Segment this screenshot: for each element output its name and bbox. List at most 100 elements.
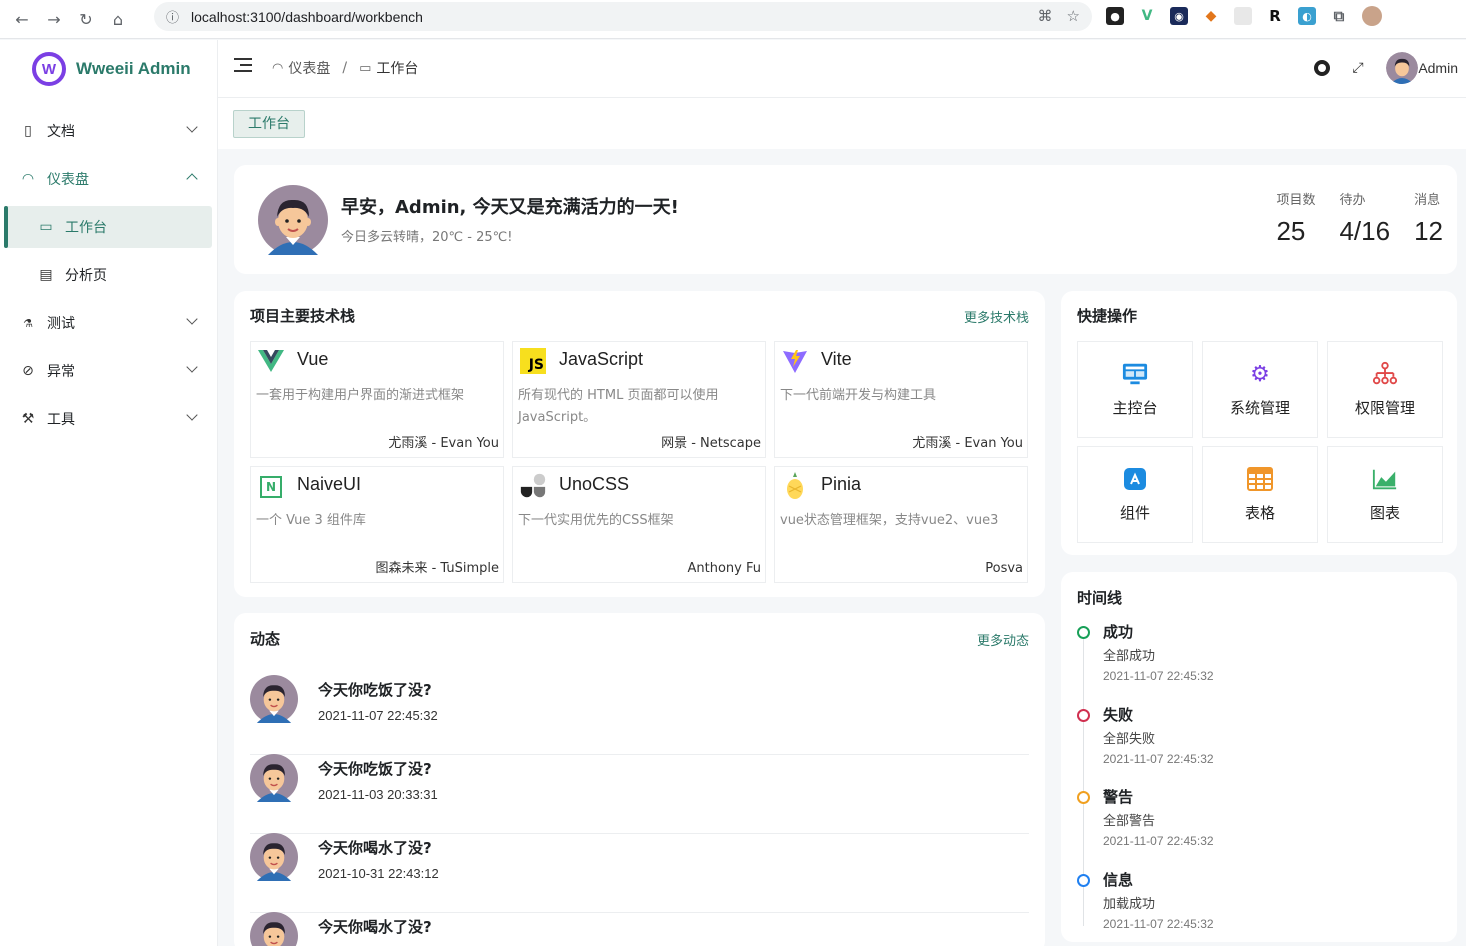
bookmark-star-icon[interactable]: ☆	[1067, 7, 1080, 25]
username[interactable]: Admin	[1418, 60, 1458, 76]
tab-workbench[interactable]: 工作台	[233, 110, 305, 138]
logo-text: Wweeii Admin	[76, 59, 191, 78]
list-item[interactable]: 今天你吃饭了没? 2021-11-03 20:33:31	[250, 754, 1029, 834]
forward-icon[interactable]: →	[40, 5, 68, 33]
timeline-item: 警告 全部警告 2021-11-07 22:45:32	[1077, 786, 1417, 866]
sidebar-item-label: 分析页	[65, 268, 107, 284]
profile-avatar-icon[interactable]	[1362, 6, 1382, 26]
fullscreen-icon[interactable]: ⤢	[1352, 61, 1366, 75]
sidebar-item-docs[interactable]: ▯ 文档	[5, 110, 212, 152]
top-header: ◠ 仪表盘 / ▭ 工作台 ⤢ Admin	[218, 40, 1466, 98]
timeline-title: 信息	[1103, 871, 1134, 889]
sidebar-item-analysis[interactable]: ▤ 分析页	[5, 254, 212, 296]
org-chart-icon	[1372, 361, 1398, 387]
timeline-content: 加载成功	[1103, 897, 1156, 912]
quick-action-label: 主控台	[1112, 399, 1158, 417]
logo-icon: W	[32, 52, 66, 86]
tech-card-javascript[interactable]: JS JavaScript 所有现代的 HTML 页面都可以使用 JavaScr…	[512, 341, 766, 458]
logo[interactable]: W Wweeii Admin	[0, 40, 217, 98]
timeline-time: 2021-11-07 22:45:32	[1103, 834, 1214, 848]
activity-feed-card: 动态 更多动态 今天你吃饭了没? 2021-11-07 22:45:32 今天你…	[234, 613, 1045, 946]
translate-icon[interactable]: ⌘	[1038, 7, 1053, 25]
home-icon[interactable]: ⌂	[104, 5, 132, 33]
url-text[interactable]: localhost:3100/dashboard/workbench	[191, 9, 423, 25]
tech-card-pinia[interactable]: Pinia vue状态管理框架，支持vue2、vue3 Posva	[774, 466, 1028, 583]
chevron-down-icon	[186, 313, 198, 325]
tech-desc: 下一代前端开发与构建工具	[780, 388, 937, 403]
tech-stack-card: 项目主要技术栈 更多技术栈 Vue 一套用于构建用户界面的渐进式框架 尤雨溪 -…	[234, 291, 1045, 597]
sidebar-item-label: 仪表盘	[47, 172, 89, 188]
vue-devtools-icon[interactable]: V	[1138, 7, 1156, 25]
metamask-icon[interactable]: ◆	[1202, 7, 1220, 25]
reload-icon[interactable]: ↻	[72, 5, 100, 33]
tech-card-vite[interactable]: Vite 下一代前端开发与构建工具 尤雨溪 - Evan You	[774, 341, 1028, 458]
feed-date: 2021-10-31 22:43:12	[318, 866, 439, 881]
extension-icon[interactable]: ◉	[1170, 7, 1188, 25]
area-chart-icon	[1372, 466, 1398, 492]
quick-action-system[interactable]: ⚙ 系统管理	[1202, 341, 1318, 438]
extension-icon[interactable]: ◐	[1298, 7, 1316, 25]
site-info-icon[interactable]: ⓘ	[166, 7, 179, 26]
stat-projects: 项目数 25	[1276, 189, 1315, 247]
address-bar[interactable]: ⓘ localhost:3100/dashboard/workbench ⌘ ☆	[154, 2, 1092, 31]
tech-author: 尤雨溪 - Evan You	[912, 436, 1023, 451]
chevron-down-icon	[186, 121, 198, 133]
more-tech-link[interactable]: 更多技术栈	[964, 307, 1029, 326]
table-icon	[1247, 466, 1273, 492]
timeline-content: 全部失败	[1103, 732, 1156, 747]
tool-icon: ⚒	[21, 411, 35, 427]
chevron-down-icon	[186, 409, 198, 421]
sidebar-item-dashboard[interactable]: ◠ 仪表盘	[5, 158, 212, 200]
list-item[interactable]: 今天你喝水了没? 2021-10-31 22:43:12	[250, 833, 1029, 913]
timeline-card: 时间线 成功 全部成功 2021-11-07 22:45:32 失败 全部失败 …	[1061, 572, 1457, 942]
quick-action-chart[interactable]: 图表	[1327, 446, 1443, 543]
stat-todo: 待办 4/16	[1339, 189, 1390, 247]
stats: 项目数 25 待办 4/16 消息 12	[1252, 189, 1443, 247]
quick-action-components[interactable]: 组件	[1077, 446, 1193, 543]
avatar	[250, 833, 298, 881]
stat-label: 待办	[1339, 193, 1366, 208]
breadcrumb-item[interactable]: 工作台	[376, 58, 418, 78]
sidebar-item-tools[interactable]: ⚒ 工具	[5, 398, 212, 440]
sidebar-item-label: 工具	[47, 412, 75, 428]
tech-card-naiveui[interactable]: N NaiveUI 一个 Vue 3 组件库 图森未来 - TuSimple	[250, 466, 504, 583]
quick-action-permission[interactable]: 权限管理	[1327, 341, 1443, 438]
timeline-dot	[1077, 874, 1090, 887]
more-activity-link[interactable]: 更多动态	[977, 630, 1029, 649]
timeline-dot	[1077, 709, 1090, 722]
list-item[interactable]: 今天你吃饭了没? 2021-11-07 22:45:32	[250, 675, 1029, 755]
extension-icon[interactable]	[1234, 7, 1252, 25]
tech-card-unocss[interactable]: UnoCSS 下一代实用优先的CSS框架 Anthony Fu	[512, 466, 766, 583]
avatar[interactable]	[1386, 52, 1419, 84]
extension-icon[interactable]: R	[1266, 7, 1284, 25]
tech-desc: vue状态管理框架，支持vue2、vue3	[780, 513, 999, 528]
feed-date: 2021-11-07 22:45:32	[318, 708, 438, 723]
stat-value: 25	[1276, 216, 1306, 246]
tech-card-vue[interactable]: Vue 一套用于构建用户界面的渐进式框架 尤雨溪 - Evan You	[250, 341, 504, 458]
timeline-content: 全部警告	[1103, 814, 1156, 829]
list-item[interactable]: 今天你喝水了没?	[250, 912, 1029, 946]
tech-desc: 一个 Vue 3 组件库	[256, 513, 366, 528]
breadcrumb-item[interactable]: 仪表盘	[288, 58, 330, 78]
extension-icon[interactable]: ●	[1106, 7, 1124, 25]
timeline-item: 成功 全部成功 2021-11-07 22:45:32	[1077, 621, 1417, 701]
card-title: 项目主要技术栈	[250, 307, 356, 325]
sidebar-item-label: 工作台	[65, 220, 107, 236]
github-icon[interactable]	[1314, 60, 1331, 76]
sidebar-item-exception[interactable]: ⊘ 异常	[5, 350, 212, 392]
puzzle-icon[interactable]: ⧉	[1330, 7, 1348, 25]
menu-collapse-icon[interactable]	[234, 58, 252, 76]
quick-action-console[interactable]: 主控台	[1077, 341, 1193, 438]
chart-icon: ▤	[39, 267, 53, 283]
sidebar-item-workbench[interactable]: ▭ 工作台	[4, 206, 212, 248]
quick-action-table[interactable]: 表格	[1202, 446, 1318, 543]
quick-action-label: 权限管理	[1354, 399, 1415, 417]
quick-action-label: 表格	[1244, 504, 1275, 522]
back-icon[interactable]: ←	[8, 5, 36, 33]
tech-author: Anthony Fu	[687, 561, 762, 576]
sidebar-item-test[interactable]: ⚗ 测试	[5, 302, 212, 344]
tech-name: Vue	[297, 349, 329, 369]
timeline-title: 成功	[1103, 623, 1134, 641]
vite-logo-icon	[782, 348, 808, 374]
timeline-item: 失败 全部失败 2021-11-07 22:45:32	[1077, 704, 1417, 784]
